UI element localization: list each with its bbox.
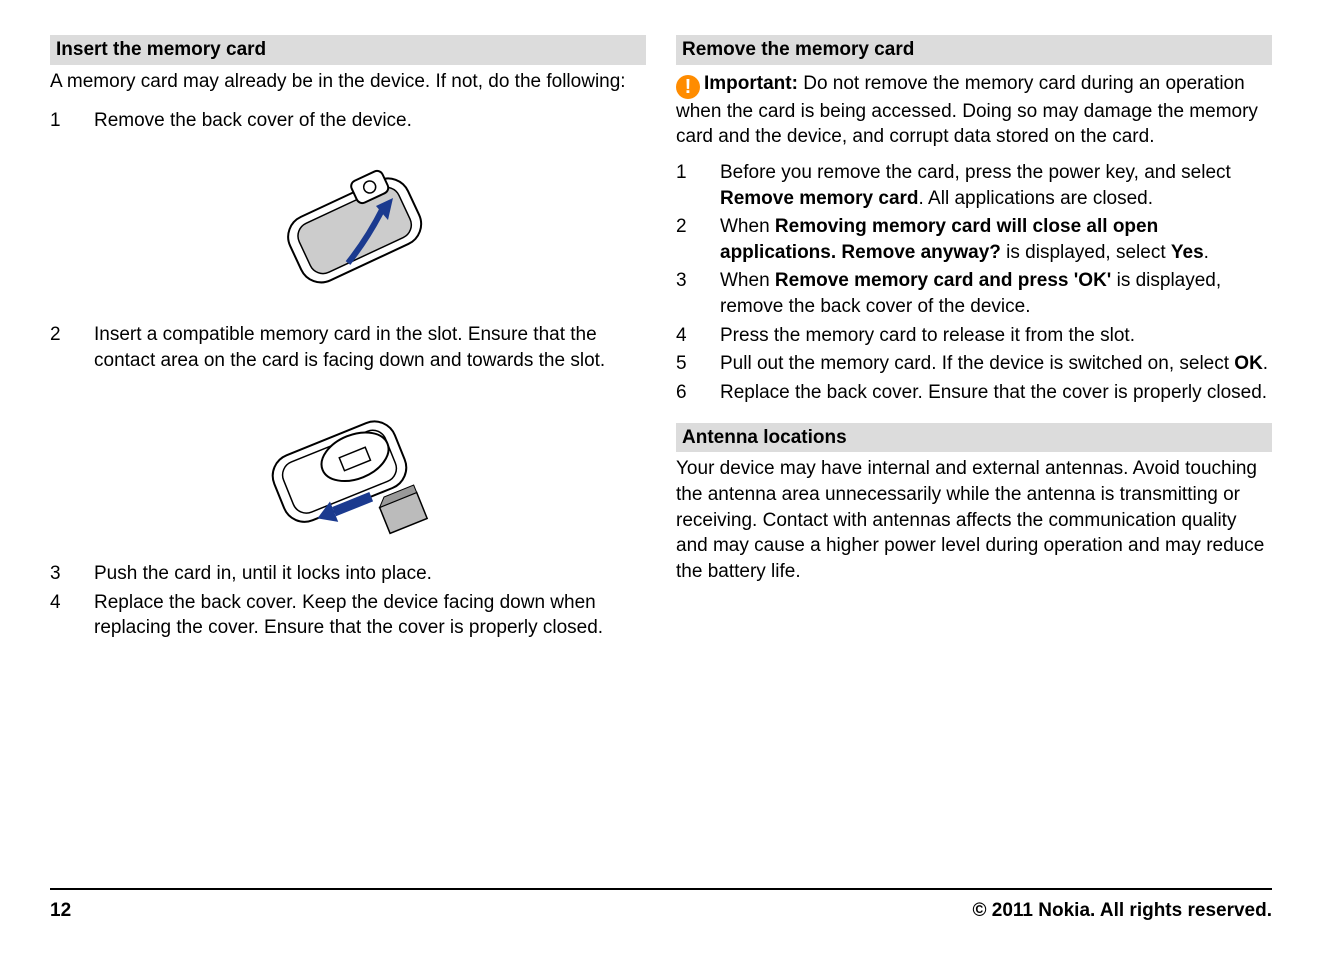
list-item: 5 Pull out the memory card. If the devic… [676,351,1272,377]
list-item: 4 Replace the back cover. Keep the devic… [50,590,646,641]
page-number: 12 [50,898,71,924]
step-number: 2 [676,214,720,240]
page-columns: Insert the memory card A memory card may… [50,35,1272,885]
list-item: 2 Insert a compatible memory card in the… [50,322,646,373]
copyright-text: © 2011 Nokia. All rights reserved. [973,898,1273,924]
important-callout: !Important: Do not remove the memory car… [676,71,1272,150]
step-text: When Removing memory card will close all… [720,214,1272,265]
step-text: Push the card in, until it locks into pl… [94,561,646,587]
step-text: Pull out the memory card. If the device … [720,351,1272,377]
step-number: 1 [50,108,94,134]
list-item: 4 Press the memory card to release it fr… [676,323,1272,349]
antenna-text: Your device may have internal and extern… [676,456,1272,584]
step-number: 3 [676,268,720,294]
list-item: 6 Replace the back cover. Ensure that th… [676,380,1272,406]
step-text: Press the memory card to release it from… [720,323,1272,349]
step-number: 4 [676,323,720,349]
step-number: 3 [50,561,94,587]
warning-icon: ! [676,75,700,99]
list-item: 3 When Remove memory card and press 'OK'… [676,268,1272,319]
step-number: 5 [676,351,720,377]
step-text: Insert a compatible memory card in the s… [94,322,646,373]
section-header-antenna: Antenna locations [676,423,1272,453]
step-text: Remove the back cover of the device. [94,108,646,134]
step-text: Replace the back cover. Ensure that the … [720,380,1272,406]
intro-text: A memory card may already be in the devi… [50,69,646,95]
page-footer: 12 © 2011 Nokia. All rights reserved. [50,888,1272,924]
list-item: 2 When Removing memory card will close a… [676,214,1272,265]
device-remove-cover-icon [248,148,448,308]
step-text: Replace the back cover. Keep the device … [94,590,646,641]
list-item: 1 Before you remove the card, press the … [676,160,1272,211]
section-header-insert: Insert the memory card [50,35,646,65]
left-column: Insert the memory card A memory card may… [50,35,646,885]
illustration-remove-cover [50,148,646,308]
important-label: Important: [704,73,798,94]
step-number: 4 [50,590,94,616]
illustration-insert-card [50,387,646,547]
step-number: 2 [50,322,94,348]
list-item: 3 Push the card in, until it locks into … [50,561,646,587]
device-insert-card-icon [243,387,453,547]
right-column: Remove the memory card !Important: Do no… [676,35,1272,885]
step-number: 1 [676,160,720,186]
list-item: 1 Remove the back cover of the device. [50,108,646,134]
step-number: 6 [676,380,720,406]
section-header-remove: Remove the memory card [676,35,1272,65]
step-text: Before you remove the card, press the po… [720,160,1272,211]
step-text: When Remove memory card and press 'OK' i… [720,268,1272,319]
